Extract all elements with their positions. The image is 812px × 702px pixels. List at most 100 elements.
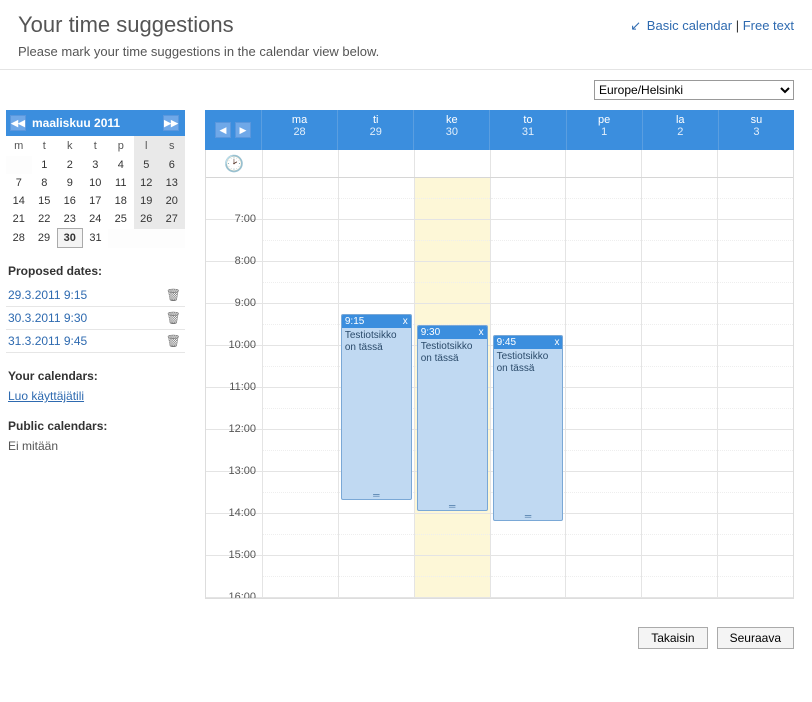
link-arrow-icon: ↙ <box>630 18 641 33</box>
mini-day[interactable]: 8 <box>32 174 58 192</box>
day-header[interactable]: la2 <box>642 110 718 150</box>
next-button[interactable]: Seuraava <box>717 627 794 649</box>
footer: Takaisin Seuraava <box>0 599 812 663</box>
mini-calendar: mtktpls 12345678910111213141516171819202… <box>6 136 185 248</box>
proposed-heading: Proposed dates: <box>8 264 185 278</box>
day-column[interactable] <box>565 178 641 598</box>
back-button[interactable]: Takaisin <box>638 627 707 649</box>
allday-cell[interactable] <box>414 150 490 177</box>
day-column[interactable] <box>641 178 717 598</box>
trash-icon[interactable]: 🗑 <box>166 334 181 348</box>
mini-day[interactable]: 5 <box>134 156 160 174</box>
page-title: Your time suggestions <box>18 12 379 38</box>
event-time: 9:45 <box>497 337 516 348</box>
day-header[interactable]: ma28 <box>261 110 337 150</box>
day-column[interactable]: 9:15xTestiotsikko on tässä═ <box>338 178 414 598</box>
calendar-scroll-area[interactable]: 7:008:009:0010:0011:0012:0013:0014:0015:… <box>206 178 793 598</box>
public-calendars-heading: Public calendars: <box>8 419 185 433</box>
mini-day[interactable]: 6 <box>159 156 185 174</box>
trash-icon[interactable]: 🗑 <box>166 288 181 302</box>
allday-cell[interactable] <box>490 150 566 177</box>
mini-day[interactable]: 15 <box>32 192 58 210</box>
mini-day[interactable]: 18 <box>108 192 134 210</box>
mini-dow-2: k <box>57 136 83 156</box>
mini-prev-year-button[interactable]: ◀◀ <box>10 115 26 131</box>
day-column[interactable]: 9:30xTestiotsikko on tässä═ <box>414 178 490 598</box>
basic-calendar-link[interactable]: Basic calendar <box>647 18 732 33</box>
week-prev-button[interactable]: ◀ <box>215 122 231 138</box>
day-column[interactable] <box>262 178 338 598</box>
mini-day[interactable]: 30 <box>57 229 83 248</box>
mini-day[interactable]: 16 <box>57 192 83 210</box>
event-resize-handle[interactable]: ═ <box>342 492 411 498</box>
allday-cell[interactable] <box>717 150 793 177</box>
mini-day[interactable]: 7 <box>6 174 32 192</box>
mini-dow-6: s <box>159 136 185 156</box>
mini-day[interactable]: 9 <box>57 174 83 192</box>
event-close-icon[interactable]: x <box>479 327 484 338</box>
mini-day[interactable]: 17 <box>83 192 109 210</box>
event-close-icon[interactable]: x <box>554 337 559 348</box>
calendar-event[interactable]: 9:45xTestiotsikko on tässä═ <box>493 335 564 521</box>
day-column[interactable] <box>717 178 793 598</box>
mini-day[interactable]: 21 <box>6 210 32 229</box>
calendar-event[interactable]: 9:15xTestiotsikko on tässä═ <box>341 314 412 500</box>
mini-day[interactable]: 27 <box>159 210 185 229</box>
mini-day[interactable]: 1 <box>32 156 58 174</box>
mini-day[interactable]: 25 <box>108 210 134 229</box>
mini-next-year-button[interactable]: ▶▶ <box>163 115 179 131</box>
mini-day[interactable]: 29 <box>32 229 58 248</box>
allday-cell[interactable] <box>262 150 338 177</box>
proposed-date-link[interactable]: 30.3.2011 9:30 <box>8 311 87 325</box>
mini-day[interactable]: 11 <box>108 174 134 192</box>
mini-day[interactable]: 31 <box>83 229 109 248</box>
mini-day[interactable]: 19 <box>134 192 160 210</box>
timezone-select[interactable]: Europe/Helsinki <box>594 80 794 100</box>
proposed-date-link[interactable]: 29.3.2011 9:15 <box>8 288 87 302</box>
mini-day[interactable]: 24 <box>83 210 109 229</box>
week-header: ◀ ▶ ma28ti29ke30to31pe1la2su3 <box>205 110 794 150</box>
mini-day[interactable]: 26 <box>134 210 160 229</box>
mini-day[interactable]: 13 <box>159 174 185 192</box>
event-resize-handle[interactable]: ═ <box>494 513 563 519</box>
mini-day[interactable]: 20 <box>159 192 185 210</box>
mini-day <box>6 156 32 174</box>
header-links: ↙ Basic calendar | Free text <box>630 12 794 34</box>
free-text-link[interactable]: Free text <box>743 18 794 33</box>
week-next-button[interactable]: ▶ <box>235 122 251 138</box>
calendar-area: ◀ ▶ ma28ti29ke30to31pe1la2su3 🕑 7:008:00… <box>185 110 812 599</box>
event-close-icon[interactable]: x <box>403 316 408 327</box>
mini-day[interactable]: 28 <box>6 229 32 248</box>
mini-dow-5: l <box>134 136 160 156</box>
mini-day[interactable]: 22 <box>32 210 58 229</box>
day-header[interactable]: pe1 <box>566 110 642 150</box>
mini-day[interactable]: 10 <box>83 174 109 192</box>
allday-row: 🕑 <box>206 150 793 178</box>
page-header: Your time suggestions Please mark your t… <box>0 0 812 70</box>
mini-dow-0: m <box>6 136 32 156</box>
mini-day[interactable]: 4 <box>108 156 134 174</box>
mini-dow-4: p <box>108 136 134 156</box>
mini-day[interactable]: 14 <box>6 192 32 210</box>
mini-day[interactable]: 2 <box>57 156 83 174</box>
day-header[interactable]: to31 <box>489 110 565 150</box>
event-resize-handle[interactable]: ═ <box>418 503 487 509</box>
calendar-event[interactable]: 9:30xTestiotsikko on tässä═ <box>417 325 488 511</box>
event-title: Testiotsikko on tässä <box>418 339 487 367</box>
day-header[interactable]: su3 <box>718 110 794 150</box>
your-calendars-heading: Your calendars: <box>8 369 185 383</box>
mini-day[interactable]: 3 <box>83 156 109 174</box>
allday-cell[interactable] <box>565 150 641 177</box>
day-header[interactable]: ti29 <box>337 110 413 150</box>
proposed-date-link[interactable]: 31.3.2011 9:45 <box>8 334 87 348</box>
allday-cell[interactable] <box>641 150 717 177</box>
trash-icon[interactable]: 🗑 <box>166 311 181 325</box>
create-account-link[interactable]: Luo käyttäjätili <box>6 389 185 403</box>
mini-dow-1: t <box>32 136 58 156</box>
day-header[interactable]: ke30 <box>413 110 489 150</box>
mini-day[interactable]: 23 <box>57 210 83 229</box>
day-column[interactable]: 9:45xTestiotsikko on tässä═ <box>490 178 566 598</box>
mini-calendar-header: ◀◀ maaliskuu 2011 ▶▶ <box>6 110 185 136</box>
allday-cell[interactable] <box>338 150 414 177</box>
mini-day[interactable]: 12 <box>134 174 160 192</box>
